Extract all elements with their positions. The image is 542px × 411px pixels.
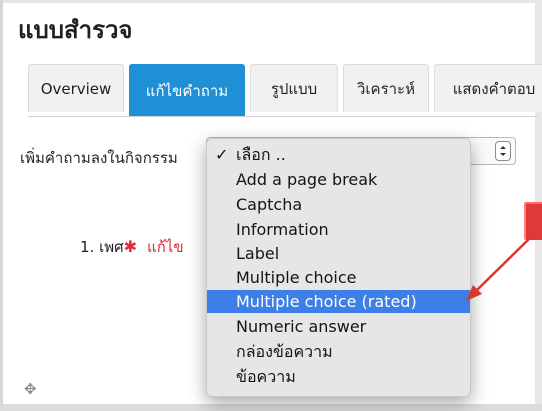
move-icon[interactable]: ✥	[24, 380, 37, 398]
window-frame-left	[0, 0, 3, 411]
select-arrows-icon[interactable]	[495, 141, 511, 161]
tab-edit-questions[interactable]: แก้ไขคำถาม	[129, 64, 245, 116]
tab-overview[interactable]: Overview	[28, 64, 124, 112]
dropdown-option-text[interactable]: ข้อความ	[207, 365, 470, 388]
dropdown-option-page-break[interactable]: Add a page break	[207, 168, 470, 191]
window-frame-bottom	[0, 404, 542, 411]
page-title: แบบสำรวจ	[18, 16, 133, 44]
tab-show-responses[interactable]: แสดงคำตอบ	[434, 64, 542, 112]
question-row: 1. เพศ✱ แก้ไข	[80, 235, 184, 259]
dropdown-option-multiple-choice-rated[interactable]: Multiple choice (rated)	[207, 290, 470, 313]
question-type-dropdown: ✓ เลือก .. Add a page break Captcha Infor…	[206, 138, 471, 397]
dropdown-option-text-box[interactable]: กล่องข้อความ	[207, 340, 470, 363]
add-question-label: เพิ่มคำถามลงในกิจกรรม	[20, 149, 178, 167]
checkmark-icon: ✓	[215, 145, 229, 164]
tab-bar: Overview แก้ไขคำถาม รูปแบบ วิเคราะห์ แสด…	[28, 64, 542, 117]
window-frame-top	[0, 0, 542, 3]
annotation-callout	[524, 202, 542, 240]
tab-format[interactable]: รูปแบบ	[250, 64, 338, 112]
edit-question-link[interactable]: แก้ไข	[147, 238, 184, 256]
dropdown-option-label[interactable]: Label	[207, 242, 470, 265]
tab-analysis[interactable]: วิเคราะห์	[343, 64, 429, 112]
dropdown-option-information[interactable]: Information	[207, 218, 470, 241]
dropdown-option-captcha[interactable]: Captcha	[207, 193, 470, 216]
dropdown-option-numeric-answer[interactable]: Numeric answer	[207, 315, 470, 338]
dropdown-option-choose[interactable]: ✓ เลือก ..	[207, 143, 470, 166]
required-icon: ✱	[123, 237, 138, 256]
dropdown-option-multiple-choice[interactable]: Multiple choice	[207, 266, 470, 289]
question-label: 1. เพศ	[80, 238, 124, 256]
